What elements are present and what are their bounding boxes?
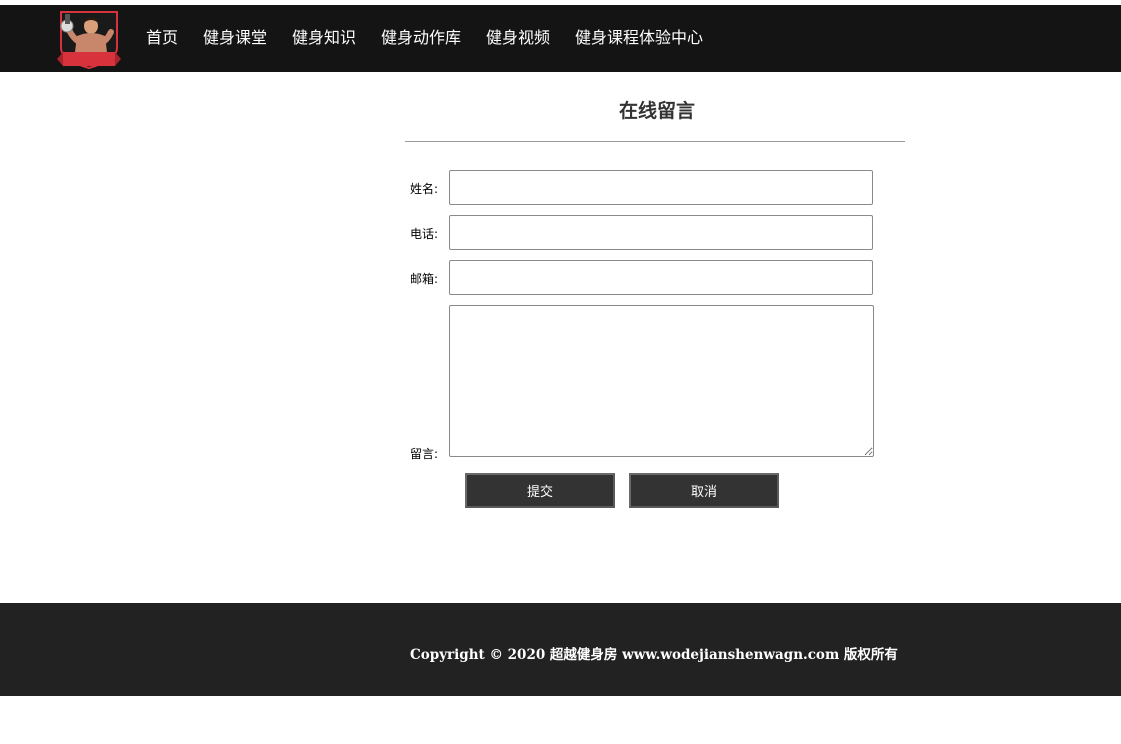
submit-button[interactable]: 提交: [465, 473, 615, 508]
nav-item-fitness-video[interactable]: 健身视频: [486, 28, 550, 48]
name-input[interactable]: [449, 170, 873, 205]
nav-item-course-experience-center[interactable]: 健身课程体验中心: [575, 28, 703, 48]
site-header: 首页 健身课堂 健身知识 健身动作库 健身视频 健身课程体验中心: [0, 5, 1121, 72]
message-label: 留言:: [410, 447, 439, 461]
email-label: 邮箱:: [410, 272, 439, 286]
page-title: 在线留言: [618, 100, 695, 122]
title-divider: [405, 141, 905, 142]
nav-item-exercise-library[interactable]: 健身动作库: [381, 28, 461, 48]
phone-input[interactable]: [449, 215, 873, 250]
nav-item-home[interactable]: 首页: [146, 28, 178, 48]
site-footer: Copyright © 2020 超越健身房 www.wodejianshenw…: [0, 603, 1121, 696]
cancel-button[interactable]: 取消: [629, 473, 779, 508]
nav-item-fitness-class[interactable]: 健身课堂: [203, 28, 267, 48]
phone-label: 电话:: [410, 227, 439, 241]
message-textarea[interactable]: [449, 305, 874, 457]
main-nav: 首页 健身课堂 健身知识 健身动作库 健身视频 健身课程体验中心: [0, 5, 1121, 72]
copyright-text: Copyright © 2020 超越健身房 www.wodejianshenw…: [410, 647, 898, 663]
email-input[interactable]: [449, 260, 873, 295]
name-label: 姓名:: [410, 182, 439, 196]
nav-item-fitness-knowledge[interactable]: 健身知识: [292, 28, 356, 48]
